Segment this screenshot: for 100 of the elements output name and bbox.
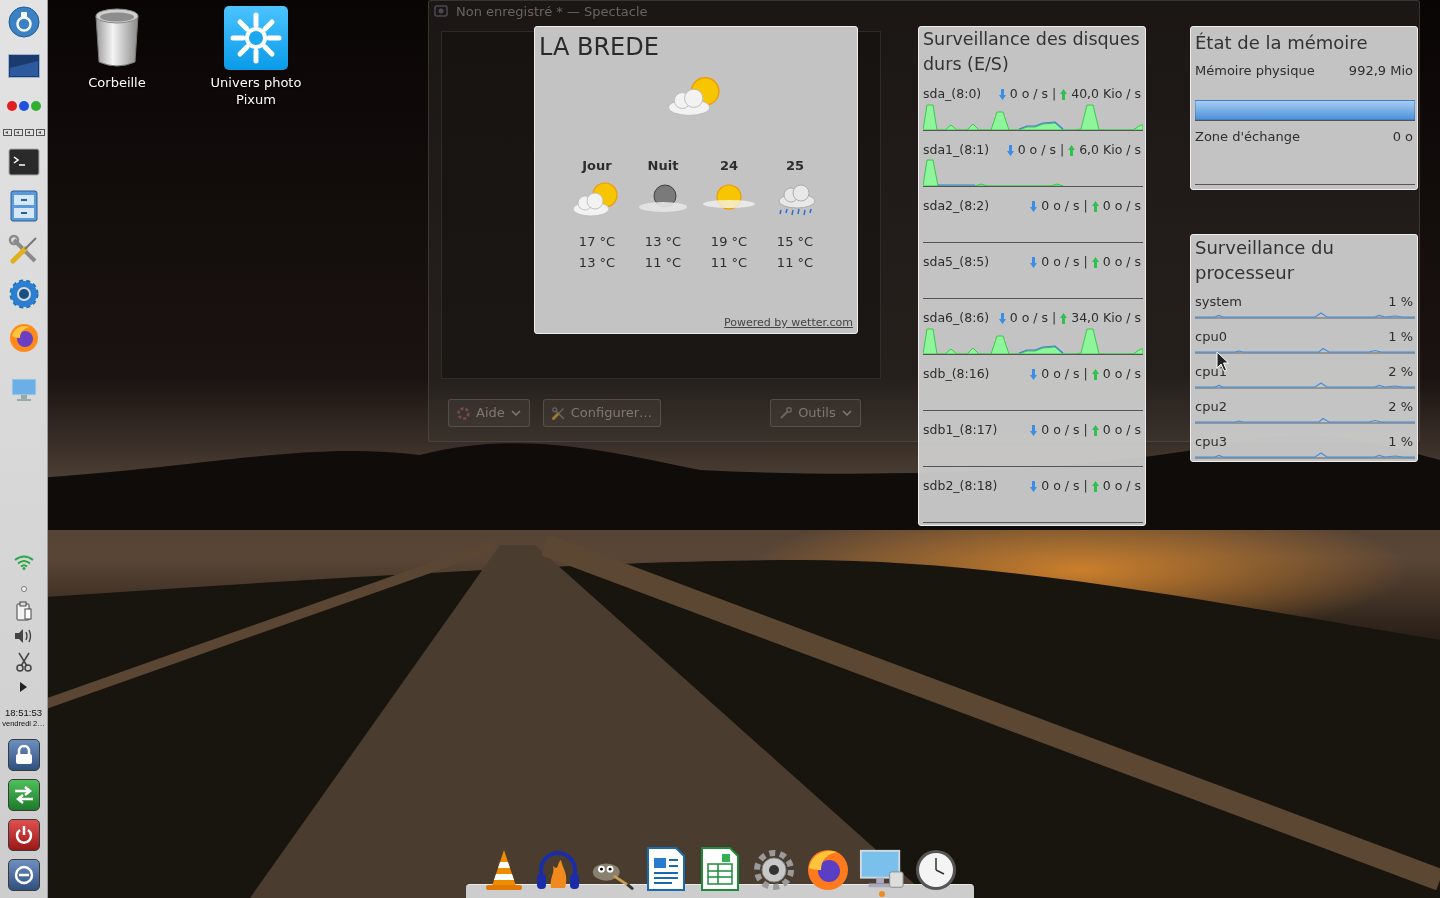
lifebuoy-icon: [457, 406, 470, 420]
disk-name: sda2_(8:2): [923, 196, 990, 215]
separator: |: [1083, 364, 1088, 383]
cpu-load: 1 %: [1388, 328, 1413, 347]
virtual-desktop-icon[interactable]: [2, 128, 12, 136]
memory-label: Mémoire physique: [1195, 62, 1315, 81]
write-rate: 0 o / s: [1102, 420, 1141, 439]
read-rate: 0 o / s: [1041, 196, 1080, 215]
read-rate: 0 o / s: [1009, 308, 1048, 327]
small-dot-icon[interactable]: [20, 586, 27, 592]
cpu-load: 1 %: [1388, 433, 1413, 452]
wrench-icon: [779, 406, 793, 420]
headphones-icon[interactable]: [535, 848, 581, 892]
clock-icon[interactable]: [914, 848, 958, 892]
down-arrow-icon: [1030, 200, 1038, 212]
down-arrow-icon: [998, 312, 1006, 324]
widget-title: État de la mémoire: [1195, 31, 1369, 55]
colored-balls-icon[interactable]: [5, 100, 42, 112]
read-rate: 0 o / s: [1041, 476, 1080, 495]
tools-icon: [551, 406, 565, 420]
disk-name: sda5_(8:5): [923, 252, 990, 271]
switch-user-button[interactable]: [7, 779, 40, 811]
read-rate: 0 o / s: [1017, 140, 1056, 159]
app-launcher-icon[interactable]: [7, 6, 40, 38]
lock-screen-button[interactable]: [7, 739, 40, 771]
virtual-desktop-icon[interactable]: [24, 128, 34, 136]
write-rate: 6,0 Kio / s: [1079, 140, 1141, 159]
tools-icon[interactable]: [7, 234, 40, 266]
trash-bin-icon[interactable]: [93, 7, 141, 69]
disk-name: sda6_(8:6): [923, 308, 990, 327]
separator: |: [1083, 196, 1088, 215]
swap-arrows-icon: [12, 785, 35, 805]
clipboard-icon[interactable]: [15, 601, 32, 621]
power-icon: [13, 825, 34, 845]
write-rate: 0 o / s: [1102, 196, 1141, 215]
disk-name: sdb2_(8:18): [923, 476, 998, 495]
high-temperature: 15 °C: [776, 233, 814, 251]
read-rate: 0 o / s: [1009, 84, 1048, 103]
down-arrow-icon: [1030, 424, 1038, 436]
forecast-period: 24: [719, 158, 739, 174]
up-arrow-icon: [1068, 144, 1076, 156]
up-arrow-icon: [1091, 368, 1099, 380]
cpu-load: 2 %: [1388, 398, 1413, 417]
disk-name: sda1_(8:1): [923, 140, 990, 159]
terminal-icon[interactable]: [7, 148, 40, 176]
cpu-name: cpu2: [1195, 398, 1227, 417]
browser-icon[interactable]: [7, 322, 40, 354]
separator: |: [1052, 84, 1057, 103]
credit-link[interactable]: Powered by wetter.com: [724, 316, 853, 330]
up-arrow-icon: [1091, 424, 1099, 436]
screen-icon[interactable]: [7, 54, 40, 78]
widget-title: Surveillance des disques durs (E/S): [923, 28, 1141, 76]
write-rate: 0 o / s: [1102, 364, 1141, 383]
document-icon[interactable]: [646, 846, 686, 892]
write-rate: 34,0 Kio / s: [1071, 308, 1141, 327]
up-arrow-icon: [1060, 312, 1068, 324]
write-rate: 40,0 Kio / s: [1071, 84, 1141, 103]
logout-button[interactable]: [7, 859, 40, 891]
desktop-icon-label[interactable]: Univers photo Pixum: [206, 74, 306, 108]
low-temperature: 11 °C: [710, 254, 748, 272]
separator: |: [1083, 476, 1088, 495]
expand-arrow-icon[interactable]: [20, 682, 27, 692]
location-title: LA BREDE: [539, 33, 659, 61]
up-arrow-icon: [1091, 256, 1099, 268]
volume-icon[interactable]: [13, 628, 34, 644]
separator: |: [1052, 308, 1057, 327]
memory-label: Zone d'échange: [1195, 128, 1300, 147]
cpu-load: 2 %: [1388, 363, 1413, 382]
down-arrow-icon: [1030, 256, 1038, 268]
disk-name: sdb1_(8:17): [923, 420, 998, 439]
down-arrow-icon: [998, 88, 1006, 100]
scissors-icon[interactable]: [15, 652, 32, 672]
gear-icon[interactable]: [7, 278, 40, 310]
spreadsheet-icon[interactable]: [700, 846, 740, 892]
virtual-desktop-icon[interactable]: [35, 128, 45, 136]
shutdown-button[interactable]: [7, 819, 40, 851]
read-rate: 0 o / s: [1041, 364, 1080, 383]
memory-value: 992,9 Mio: [1348, 62, 1413, 81]
forecast-period: 25: [785, 158, 805, 174]
widget-title: Surveillance du processeur: [1195, 236, 1335, 285]
window-title: Non enregistré * — Spectacle: [456, 4, 648, 18]
up-arrow-icon: [1091, 480, 1099, 492]
read-rate: 0 o / s: [1041, 420, 1080, 439]
cpu-name: cpu1: [1195, 363, 1227, 382]
up-arrow-icon: [1060, 88, 1068, 100]
virtual-desktop-icon[interactable]: [13, 128, 23, 136]
sun-tile-icon[interactable]: [224, 6, 288, 70]
minus-circle-icon: [13, 865, 34, 885]
high-temperature: 13 °C: [644, 233, 682, 251]
gear-icon[interactable]: [752, 848, 796, 892]
memory-value: 0 o: [1392, 128, 1413, 147]
low-temperature: 11 °C: [644, 254, 682, 272]
file-cabinet-icon[interactable]: [9, 190, 38, 222]
cpu-load: 1 %: [1388, 293, 1413, 312]
disk-name: sdb_(8:16): [923, 364, 990, 383]
cpu-name: cpu0: [1195, 328, 1227, 347]
disk-name: sda_(8:0): [923, 84, 982, 103]
high-temperature: 17 °C: [578, 233, 616, 251]
desktop-icon-label[interactable]: Corbeille: [88, 74, 146, 91]
up-arrow-icon: [1091, 200, 1099, 212]
